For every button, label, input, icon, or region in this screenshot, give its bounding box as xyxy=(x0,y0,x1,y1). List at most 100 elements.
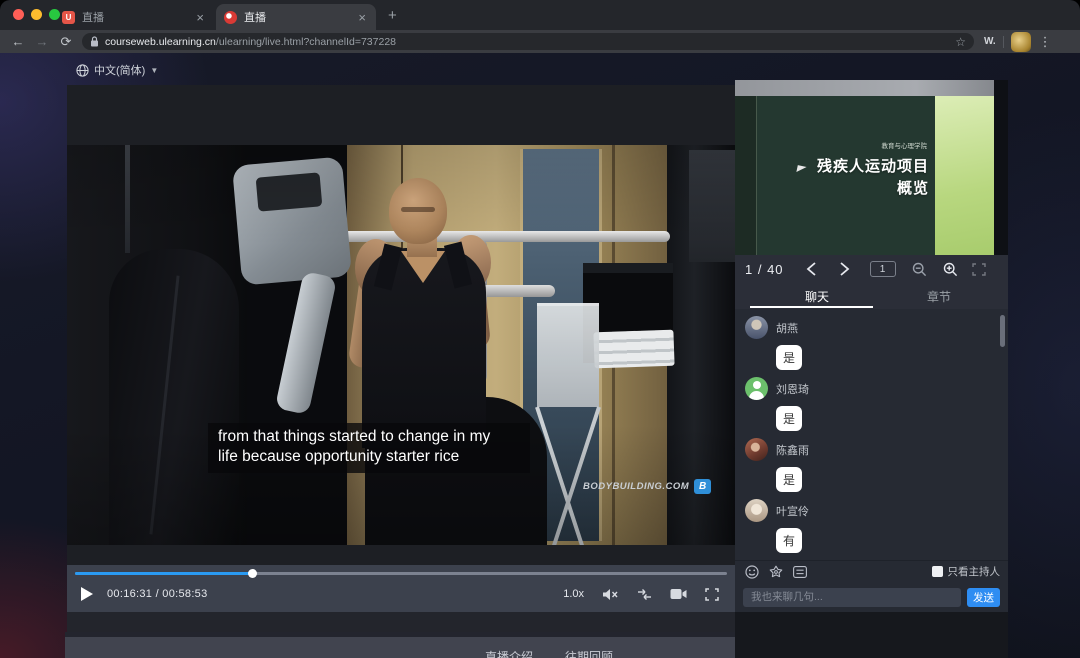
tab-live-intro[interactable]: 直播介绍 xyxy=(485,648,533,658)
browser-tabstrip: U 直播 × 直播 × + xyxy=(0,0,1080,30)
chat-username: 叶宣伶 xyxy=(776,503,809,519)
chat-input-row: 发送 xyxy=(735,582,1008,612)
slide-nav-bar: 1 / 40 xyxy=(735,255,1008,283)
url-domain: courseweb.ulearning.cn xyxy=(105,36,216,48)
tab-close-icon[interactable]: × xyxy=(356,10,368,25)
back-icon[interactable]: ← xyxy=(6,34,30,49)
only-host-filter[interactable]: 只看主持人 xyxy=(932,564,1001,579)
bookmark-star-icon[interactable]: ☆ xyxy=(955,35,966,49)
avatar xyxy=(745,377,768,400)
profile-avatar[interactable] xyxy=(1011,32,1031,52)
window-minimize-button[interactable] xyxy=(31,9,42,20)
url-path: /ulearning/live.html?channelId=737228 xyxy=(216,36,396,48)
chat-username: 陈鑫雨 xyxy=(776,442,809,458)
prev-slide-button[interactable] xyxy=(806,262,817,276)
chat-message: 陈鑫雨 是 xyxy=(745,438,998,492)
browser-tab-live-2[interactable]: 直播 × xyxy=(216,4,376,30)
camera-icon[interactable] xyxy=(670,588,687,600)
globe-icon xyxy=(76,64,89,77)
active-tab-underline xyxy=(750,306,873,308)
chat-message: 胡燕 是 xyxy=(745,316,998,370)
mute-icon[interactable] xyxy=(602,588,619,601)
chat-message: 刘恩琦 是 xyxy=(745,377,998,431)
tab-past-episodes[interactable]: 往期回顾 xyxy=(565,648,613,658)
video-player: from that things started to change in my… xyxy=(67,85,735,632)
video-subtitle: from that things started to change in my… xyxy=(208,423,530,473)
slide-title-line-1: 残疾人运动项目 xyxy=(735,156,929,178)
line-switch-icon[interactable] xyxy=(637,588,652,601)
tab-close-icon[interactable]: × xyxy=(194,10,206,25)
slide-org-text: 教育与心理学院 xyxy=(735,140,935,150)
subtitle-line-1: from that things started to change in my xyxy=(218,427,520,447)
chat-bubble: 有 xyxy=(776,528,802,553)
chat-scrollbar[interactable] xyxy=(1000,315,1005,347)
slide-light-band xyxy=(935,96,994,255)
panel-tabbar: 聊天 章节 xyxy=(735,283,1008,309)
bodybuilding-logo-icon: B xyxy=(694,479,711,494)
chat-bubble: 是 xyxy=(776,345,802,370)
time-display: 00:16:31 / 00:58:53 xyxy=(107,588,208,600)
answer-card-icon[interactable] xyxy=(793,566,807,578)
reload-icon[interactable]: ⟳ xyxy=(54,34,78,50)
new-tab-button[interactable]: + xyxy=(388,7,397,24)
emoji-icon[interactable] xyxy=(745,565,759,579)
subtitle-line-2: life because opportunity starter rice xyxy=(218,447,520,467)
video-surface[interactable]: from that things started to change in my… xyxy=(67,145,735,545)
right-panel: 教育与心理学院 残疾人运动项目 概览 1 / 40 xyxy=(735,80,1008,658)
chat-message: 叶宣伶 有 xyxy=(745,499,998,553)
browser-toolbar: ← → ⟳ courseweb.ulearning.cn/ulearning/l… xyxy=(0,30,1080,53)
player-controls: 00:16:31 / 00:58:53 1.0x xyxy=(67,565,735,612)
slide-title: 残疾人运动项目 概览 xyxy=(735,156,935,200)
language-selector[interactable]: 中文(简体) ▼ xyxy=(76,62,158,78)
page-indicator: 1 / 40 xyxy=(745,262,784,277)
zoom-in-icon[interactable] xyxy=(943,262,958,277)
controls-row: 00:16:31 / 00:58:53 1.0x xyxy=(67,579,735,609)
language-label: 中文(简体) xyxy=(94,62,145,78)
avatar xyxy=(745,316,768,339)
live-favicon-icon xyxy=(224,11,237,24)
chat-toolbar: 只看主持人 xyxy=(735,560,1008,582)
flower-icon[interactable] xyxy=(769,565,783,579)
watermark: Bodybuilding.com B xyxy=(583,479,711,494)
progress-handle[interactable] xyxy=(248,569,257,578)
window-close-button[interactable] xyxy=(13,9,24,20)
extension-badge[interactable]: W. xyxy=(984,36,996,47)
tab-title: 直播 xyxy=(244,9,356,25)
forward-icon[interactable]: → xyxy=(30,34,54,49)
slide-top-strip xyxy=(735,80,994,96)
chat-input[interactable] xyxy=(743,588,961,607)
tab-chapters[interactable]: 章节 xyxy=(927,288,951,305)
chat-bubble: 是 xyxy=(776,467,802,492)
browser-menu-icon[interactable]: ⋮ xyxy=(1039,34,1052,50)
next-slide-button[interactable] xyxy=(839,262,850,276)
slide-preview[interactable]: 教育与心理学院 残疾人运动项目 概览 xyxy=(735,80,1008,255)
live-page: 中文(简体) ▼ xyxy=(0,53,1080,658)
lock-icon xyxy=(90,36,99,47)
zoom-out-icon[interactable] xyxy=(912,262,927,277)
tab-chat[interactable]: 聊天 xyxy=(805,288,829,305)
browser-tab-live-1[interactable]: U 直播 × xyxy=(54,4,214,30)
send-button[interactable]: 发送 xyxy=(967,588,1000,607)
ulearning-favicon-icon: U xyxy=(62,11,75,24)
chat-bubble: 是 xyxy=(776,406,802,431)
avatar xyxy=(745,438,768,461)
chat-username: 胡燕 xyxy=(776,320,798,336)
slide-fullscreen-icon[interactable] xyxy=(972,263,986,276)
playback-speed-button[interactable]: 1.0x xyxy=(563,588,584,600)
progress-fill xyxy=(75,572,253,575)
play-button[interactable] xyxy=(81,587,93,601)
page-number-input[interactable] xyxy=(870,261,896,277)
only-host-checkbox[interactable] xyxy=(932,566,943,577)
progress-bar[interactable] xyxy=(75,572,727,575)
caret-down-icon: ▼ xyxy=(150,66,158,75)
only-host-label: 只看主持人 xyxy=(948,564,1001,579)
watermark-text: Bodybuilding.com xyxy=(583,481,689,492)
fullscreen-icon[interactable] xyxy=(705,588,719,601)
address-bar[interactable]: courseweb.ulearning.cn/ulearning/live.ht… xyxy=(82,33,974,50)
slide-title-line-2: 概览 xyxy=(735,178,929,200)
avatar xyxy=(745,499,768,522)
browser-window: U 直播 × 直播 × + ← → ⟳ courseweb.ulearning.… xyxy=(0,0,1080,658)
player-footer xyxy=(67,612,735,632)
slide-image: 教育与心理学院 残疾人运动项目 概览 xyxy=(735,80,994,255)
chat-message-list[interactable]: 胡燕 是 刘恩琦 是 陈鑫雨 是 xyxy=(735,309,1008,560)
